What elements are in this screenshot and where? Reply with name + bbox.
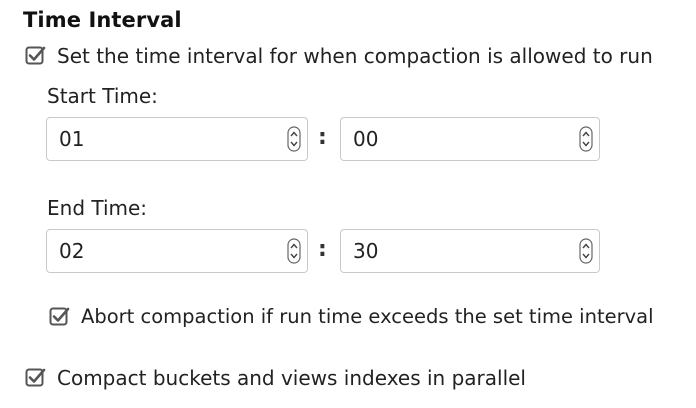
- end-time-separator: :: [318, 237, 327, 262]
- spinner-updown-icon[interactable]: [287, 238, 301, 264]
- end-minute-value: 30: [353, 239, 379, 263]
- start-time-label: Start Time:: [47, 84, 158, 108]
- spinner-updown-icon[interactable]: [287, 126, 301, 152]
- abort-label: Abort compaction if run time exceeds the…: [81, 305, 654, 328]
- end-minute-input[interactable]: 30: [340, 229, 600, 273]
- end-hour-value: 02: [59, 239, 85, 263]
- start-minute-value: 00: [353, 127, 379, 151]
- checkbox-checked-icon[interactable]: [25, 367, 47, 389]
- section-title: Time Interval: [23, 8, 182, 32]
- end-hour-input[interactable]: 02: [46, 229, 308, 273]
- checkbox-checked-icon[interactable]: [25, 45, 47, 67]
- time-interval-label: Set the time interval for when compactio…: [57, 44, 653, 68]
- time-interval-option[interactable]: Set the time interval for when compactio…: [25, 44, 653, 68]
- checkbox-checked-icon[interactable]: [49, 306, 71, 328]
- parallel-label: Compact buckets and views indexes in par…: [57, 366, 526, 390]
- start-hour-value: 01: [59, 127, 85, 151]
- parallel-option[interactable]: Compact buckets and views indexes in par…: [25, 366, 526, 390]
- spinner-updown-icon[interactable]: [579, 126, 593, 152]
- end-time-label: End Time:: [47, 196, 148, 220]
- spinner-updown-icon[interactable]: [579, 238, 593, 264]
- abort-option[interactable]: Abort compaction if run time exceeds the…: [49, 305, 654, 328]
- start-time-separator: :: [318, 125, 327, 150]
- start-hour-input[interactable]: 01: [46, 117, 308, 161]
- start-minute-input[interactable]: 00: [340, 117, 600, 161]
